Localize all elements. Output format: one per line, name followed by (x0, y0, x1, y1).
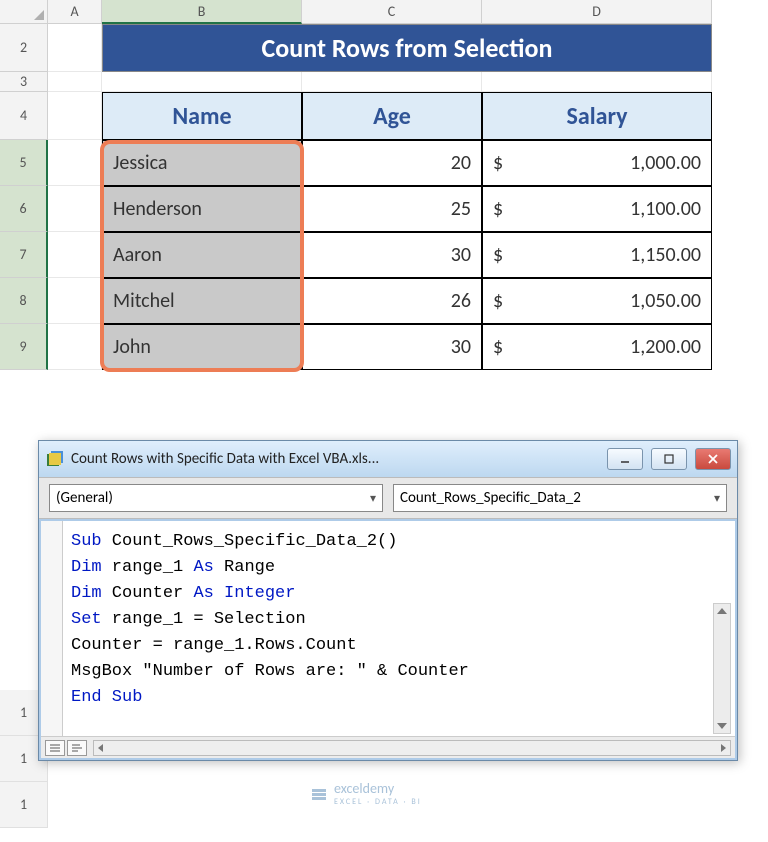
maximize-button[interactable] (651, 448, 687, 470)
salary-value: 1,200.00 (630, 335, 701, 359)
cell-A8[interactable] (48, 278, 102, 324)
cell-salary-1[interactable]: $1,100.00 (482, 186, 712, 232)
cell-name-0[interactable]: Jessica (102, 140, 302, 186)
row-3: 3 (0, 72, 768, 92)
minimize-button[interactable] (607, 448, 643, 470)
cell-age-4[interactable]: 30 (302, 324, 482, 370)
excel-grid: A B C D 2 Count Rows from Selection 3 4 … (0, 0, 768, 370)
cell-age-1[interactable]: 25 (302, 186, 482, 232)
row-5: 5 Jessica 20 $1,000.00 (0, 140, 768, 186)
vba-window-title: Count Rows with Specific Data with Excel… (71, 450, 599, 468)
col-header-A[interactable]: A (48, 0, 102, 24)
watermark-brand: exceldemy (334, 780, 394, 797)
chevron-down-icon: ▾ (714, 491, 720, 506)
vba-dropdown-bar: (General) ▾ Count_Rows_Specific_Data_2 ▾ (39, 477, 737, 519)
cell-age-0[interactable]: 20 (302, 140, 482, 186)
vba-editor-window[interactable]: Count Rows with Specific Data with Excel… (38, 440, 738, 761)
horizontal-scrollbar[interactable] (93, 740, 731, 756)
cell-name-1[interactable]: Henderson (102, 186, 302, 232)
vba-gutter (41, 521, 63, 736)
cell-A5[interactable] (48, 140, 102, 186)
cell-B3[interactable] (102, 72, 302, 92)
row-9: 9 John 30 $1,200.00 (0, 324, 768, 370)
row-header-5[interactable]: 5 (0, 140, 48, 186)
cell-salary-3[interactable]: $1,050.00 (482, 278, 712, 324)
row-7: 7 Aaron 30 $1,150.00 (0, 232, 768, 278)
watermark-tagline: EXCEL · DATA · BI (334, 797, 422, 807)
watermark: exceldemy EXCEL · DATA · BI (310, 780, 422, 807)
vba-titlebar[interactable]: Count Rows with Specific Data with Excel… (39, 441, 737, 477)
row-header-2[interactable]: 2 (0, 24, 48, 72)
row-4: 4 Name Age Salary (0, 92, 768, 140)
salary-value: 1,150.00 (630, 243, 701, 267)
select-all-triangle[interactable] (0, 0, 48, 24)
col-header-D[interactable]: D (482, 0, 712, 24)
cell-age-3[interactable]: 26 (302, 278, 482, 324)
currency-symbol: $ (493, 197, 503, 221)
col-header-C[interactable]: C (302, 0, 482, 24)
vba-code-editor[interactable]: Sub Count_Rows_Specific_Data_2() Dim ran… (41, 521, 735, 736)
cell-salary-2[interactable]: $1,150.00 (482, 232, 712, 278)
cell-salary-4[interactable]: $1,200.00 (482, 324, 712, 370)
cell-C3[interactable] (302, 72, 482, 92)
table-header-age[interactable]: Age (302, 92, 482, 140)
cell-name-2[interactable]: Aaron (102, 232, 302, 278)
cell-D3[interactable] (482, 72, 712, 92)
salary-value: 1,100.00 (630, 197, 701, 221)
cell-A2[interactable] (48, 24, 102, 72)
row-6: 6 Henderson 25 $1,100.00 (0, 186, 768, 232)
row-header-6[interactable]: 6 (0, 186, 48, 232)
row-header-4[interactable]: 4 (0, 92, 48, 140)
vertical-scrollbar[interactable] (713, 603, 731, 734)
procedure-view-button[interactable] (45, 740, 65, 756)
currency-symbol: $ (493, 151, 503, 175)
cell-A9[interactable] (48, 324, 102, 370)
column-headers-row: A B C D (0, 0, 768, 24)
col-header-B[interactable]: B (102, 0, 302, 24)
cell-A6[interactable] (48, 186, 102, 232)
cell-A3[interactable] (48, 72, 102, 92)
row-header-9[interactable]: 9 (0, 324, 48, 370)
watermark-icon (310, 785, 328, 803)
vba-procedure-dropdown[interactable]: Count_Rows_Specific_Data_2 ▾ (393, 484, 727, 512)
table-header-name[interactable]: Name (102, 92, 302, 140)
currency-symbol: $ (493, 335, 503, 359)
cell-A7[interactable] (48, 232, 102, 278)
row-2: 2 Count Rows from Selection (0, 24, 768, 72)
cell-A4[interactable] (48, 92, 102, 140)
row-header-7[interactable]: 7 (0, 232, 48, 278)
table-header-salary[interactable]: Salary (482, 92, 712, 140)
vba-object-value: (General) (56, 489, 113, 507)
currency-symbol: $ (493, 289, 503, 313)
row-header-3[interactable]: 3 (0, 72, 48, 92)
full-module-view-button[interactable] (67, 740, 87, 756)
title-banner[interactable]: Count Rows from Selection (102, 24, 712, 72)
row-8: 8 Mitchel 26 $1,050.00 (0, 278, 768, 324)
salary-value: 1,000.00 (630, 151, 701, 175)
vba-app-icon (45, 449, 65, 469)
salary-value: 1,050.00 (630, 289, 701, 313)
vba-procedure-value: Count_Rows_Specific_Data_2 (400, 489, 581, 507)
cell-age-2[interactable]: 30 (302, 232, 482, 278)
close-button[interactable] (695, 448, 731, 470)
chevron-down-icon: ▾ (370, 491, 376, 506)
cell-name-3[interactable]: Mitchel (102, 278, 302, 324)
row-header-8[interactable]: 8 (0, 278, 48, 324)
vba-code-area: Sub Count_Rows_Specific_Data_2() Dim ran… (41, 521, 735, 758)
vba-object-dropdown[interactable]: (General) ▾ (49, 484, 383, 512)
vba-bottom-bar (41, 736, 735, 758)
cell-name-4[interactable]: John (102, 324, 302, 370)
cell-salary-0[interactable]: $1,000.00 (482, 140, 712, 186)
row-header-partial[interactable]: 1 (0, 782, 48, 828)
currency-symbol: $ (493, 243, 503, 267)
